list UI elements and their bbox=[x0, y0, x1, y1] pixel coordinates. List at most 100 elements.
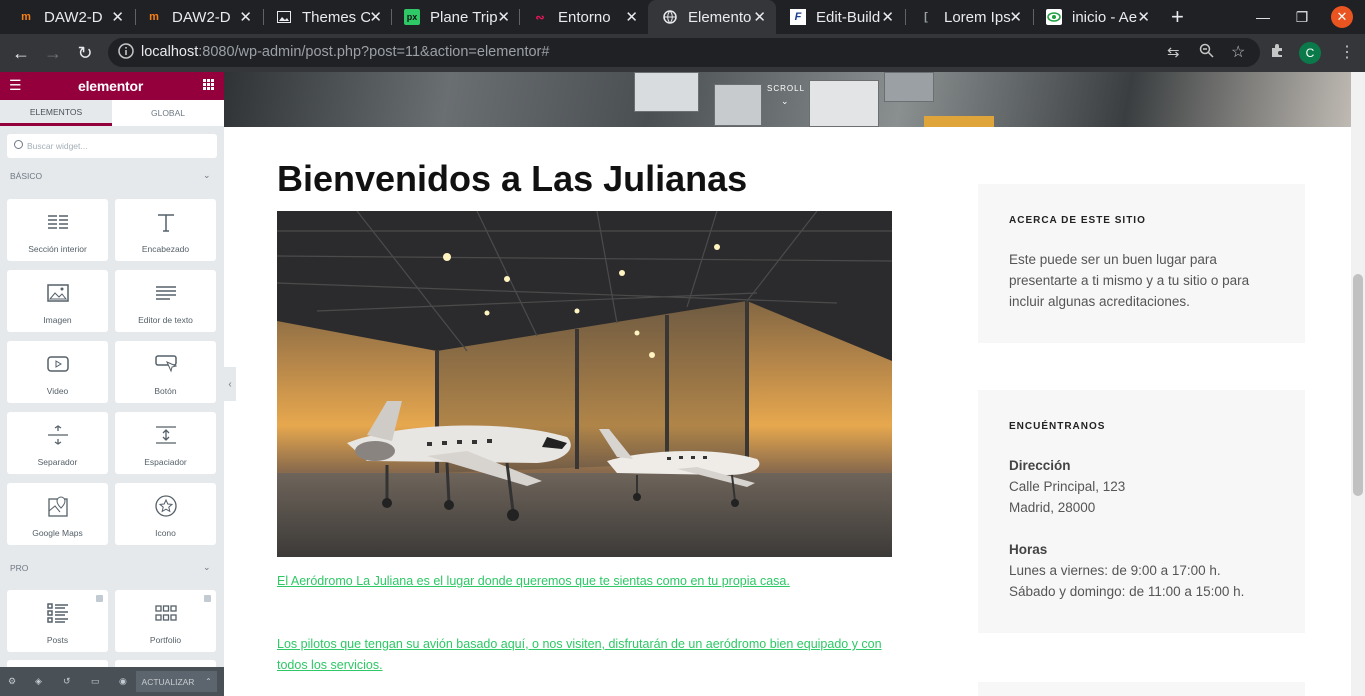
browser-tab[interactable]: m DAW2-D ✕ bbox=[132, 0, 262, 34]
lock-icon bbox=[96, 595, 103, 602]
widget-google-maps[interactable]: Google Maps bbox=[7, 483, 108, 545]
pilots-paragraph-link[interactable]: Los pilotos que tengan su avión basado a… bbox=[277, 634, 897, 676]
url-text[interactable]: localhost:8080/wp-admin/post.php?post=11… bbox=[141, 44, 549, 60]
video-icon bbox=[46, 353, 69, 375]
extensions-icon[interactable] bbox=[1270, 43, 1285, 62]
moodle-icon: m bbox=[149, 11, 159, 23]
info-icon[interactable] bbox=[118, 43, 134, 63]
hangar-jets-image[interactable] bbox=[277, 211, 892, 557]
browser-tab-active[interactable]: Elemento ✕ bbox=[648, 0, 776, 34]
widget-divider[interactable]: Separador bbox=[7, 412, 108, 474]
close-tab-icon[interactable]: ✕ bbox=[369, 8, 382, 26]
preview-eye-icon[interactable]: ◉ bbox=[119, 676, 129, 686]
section-pro-label[interactable]: PRO bbox=[10, 563, 28, 573]
widget-inner-section[interactable]: Sección interior bbox=[7, 199, 108, 261]
browser-tab[interactable]: ∾ Entorno ✕ bbox=[518, 0, 648, 34]
browser-tab[interactable]: F Edit-Build ✕ bbox=[776, 0, 904, 34]
close-tab-icon[interactable]: ✕ bbox=[753, 8, 766, 26]
widget-icon[interactable]: Icono bbox=[115, 483, 216, 545]
close-tab-icon[interactable]: ✕ bbox=[881, 8, 894, 26]
portfolio-icon bbox=[154, 602, 177, 624]
close-tab-icon[interactable]: ✕ bbox=[1009, 8, 1022, 26]
settings-gear-icon[interactable]: ⚙ bbox=[8, 676, 18, 686]
about-text: Este puede ser un buen lugar para presen… bbox=[1009, 252, 1250, 309]
widget-search-input[interactable]: Buscar widget... bbox=[7, 134, 217, 158]
browser-tab[interactable]: Themes C ✕ bbox=[262, 0, 392, 34]
navigator-layers-icon[interactable]: ◈ bbox=[35, 676, 45, 686]
search-icon bbox=[14, 140, 23, 149]
chevron-up-icon[interactable]: ⌃ bbox=[200, 671, 217, 692]
tab-global[interactable]: GLOBAL bbox=[112, 100, 224, 126]
browser-tab[interactable]: px Plane Trip ✕ bbox=[390, 0, 520, 34]
scrollbar-thumb[interactable] bbox=[1353, 274, 1363, 496]
elementor-panel: ☰ elementor ELEMENTOS GLOBAL Buscar widg… bbox=[0, 72, 224, 696]
widget-spacer[interactable]: Espaciador bbox=[115, 412, 216, 474]
spacer-icon bbox=[155, 424, 177, 446]
hamburger-menu-icon[interactable]: ☰ bbox=[9, 77, 22, 94]
lorem-icon: [ bbox=[924, 11, 928, 23]
widget-heading[interactable]: Encabezado bbox=[115, 199, 216, 261]
widget-text-editor[interactable]: Editor de texto bbox=[115, 270, 216, 332]
widget-video[interactable]: Video bbox=[7, 341, 108, 403]
scroll-hint: SCROLL bbox=[767, 84, 806, 93]
profile-avatar[interactable]: C bbox=[1299, 42, 1321, 64]
chevron-down-icon[interactable]: ⌄ bbox=[203, 562, 211, 573]
about-widget: ACERCA DE ESTE SITIO Este puede ser un b… bbox=[978, 184, 1305, 343]
widget-posts[interactable]: Posts bbox=[7, 590, 108, 652]
tab-elements[interactable]: ELEMENTOS bbox=[0, 100, 112, 126]
elementor-logo: elementor bbox=[78, 78, 144, 94]
back-arrow-icon[interactable]: ← bbox=[10, 42, 32, 64]
translate-icon[interactable]: ⇆ bbox=[1167, 43, 1180, 61]
menu-kebab-icon[interactable]: ⋮ bbox=[1339, 42, 1355, 62]
close-tab-icon[interactable]: ✕ bbox=[239, 8, 252, 26]
chevron-down-icon[interactable]: ⌄ bbox=[781, 96, 789, 107]
hours-heading: Horas bbox=[1009, 542, 1048, 557]
px-icon: px bbox=[404, 9, 420, 25]
intro-paragraph-link[interactable]: El Aeródromo La Juliana es el lugar dond… bbox=[277, 571, 897, 592]
close-tab-icon[interactable]: ✕ bbox=[111, 8, 124, 26]
heading-icon bbox=[156, 211, 176, 233]
zoom-icon[interactable] bbox=[1199, 43, 1214, 62]
section-basic-label[interactable]: BÁSICO bbox=[10, 171, 42, 181]
map-icon bbox=[47, 495, 68, 517]
button-icon bbox=[154, 353, 177, 375]
responsive-desktop-icon[interactable]: ▭ bbox=[91, 676, 101, 686]
elementor-footer: ⚙ ◈ ↺ ▭ ◉ ACTUALIZAR ⌃ bbox=[0, 667, 224, 696]
hours-line: Lunes a viernes: de 9:00 a 17:00 h. bbox=[1009, 563, 1221, 578]
close-tab-icon[interactable]: ✕ bbox=[497, 8, 510, 26]
about-title: ACERCA DE ESTE SITIO bbox=[1009, 215, 1146, 226]
widget-portfolio[interactable]: Portfolio bbox=[115, 590, 216, 652]
new-tab-button[interactable]: + bbox=[1171, 4, 1184, 30]
close-tab-icon[interactable]: ✕ bbox=[1137, 8, 1150, 26]
widget-image[interactable]: Imagen bbox=[7, 270, 108, 332]
forward-arrow-icon[interactable]: → bbox=[42, 42, 64, 64]
browser-tab[interactable]: [ Lorem Ips ✕ bbox=[904, 0, 1032, 34]
find-us-widget: ENCUÉNTRANOS Dirección Calle Principal, … bbox=[978, 390, 1305, 633]
close-tab-icon[interactable]: ✕ bbox=[625, 8, 638, 26]
elementor-header: ☰ elementor bbox=[0, 72, 224, 100]
hours-line: Sábado y domingo: de 11:00 a 15:00 h. bbox=[1009, 584, 1245, 599]
update-button[interactable]: ACTUALIZAR bbox=[136, 671, 200, 692]
widget-button[interactable]: Botón bbox=[115, 341, 216, 403]
lock-icon bbox=[204, 595, 211, 602]
address-heading: Dirección bbox=[1009, 458, 1071, 473]
eye-icon bbox=[1046, 9, 1062, 25]
f-icon: F bbox=[790, 9, 806, 25]
chevron-down-icon[interactable]: ⌄ bbox=[203, 170, 211, 181]
reload-icon[interactable]: ↻ bbox=[74, 42, 96, 64]
browser-tab[interactable]: inicio - Ae ✕ bbox=[1032, 0, 1160, 34]
close-window-button[interactable]: ✕ bbox=[1327, 0, 1357, 34]
browser-tab[interactable]: m DAW2-D ✕ bbox=[4, 0, 134, 34]
history-icon[interactable]: ↺ bbox=[63, 676, 73, 686]
bookmark-star-icon[interactable]: ☆ bbox=[1231, 42, 1245, 62]
page-title[interactable]: Bienvenidos a Las Julianas bbox=[277, 158, 747, 200]
address-line: Calle Principal, 123 bbox=[1009, 479, 1126, 494]
minimize-button[interactable]: — bbox=[1248, 0, 1278, 34]
hours-block: Horas Lunes a viernes: de 9:00 a 17:00 h… bbox=[1009, 539, 1279, 602]
columns-icon bbox=[47, 211, 69, 233]
divider-icon bbox=[47, 424, 69, 446]
address-line: Madrid, 28000 bbox=[1009, 500, 1096, 515]
restore-button[interactable]: ❐ bbox=[1287, 0, 1317, 34]
collapse-panel-handle[interactable]: ‹ bbox=[224, 367, 236, 401]
widgets-grid-icon[interactable] bbox=[203, 79, 214, 90]
